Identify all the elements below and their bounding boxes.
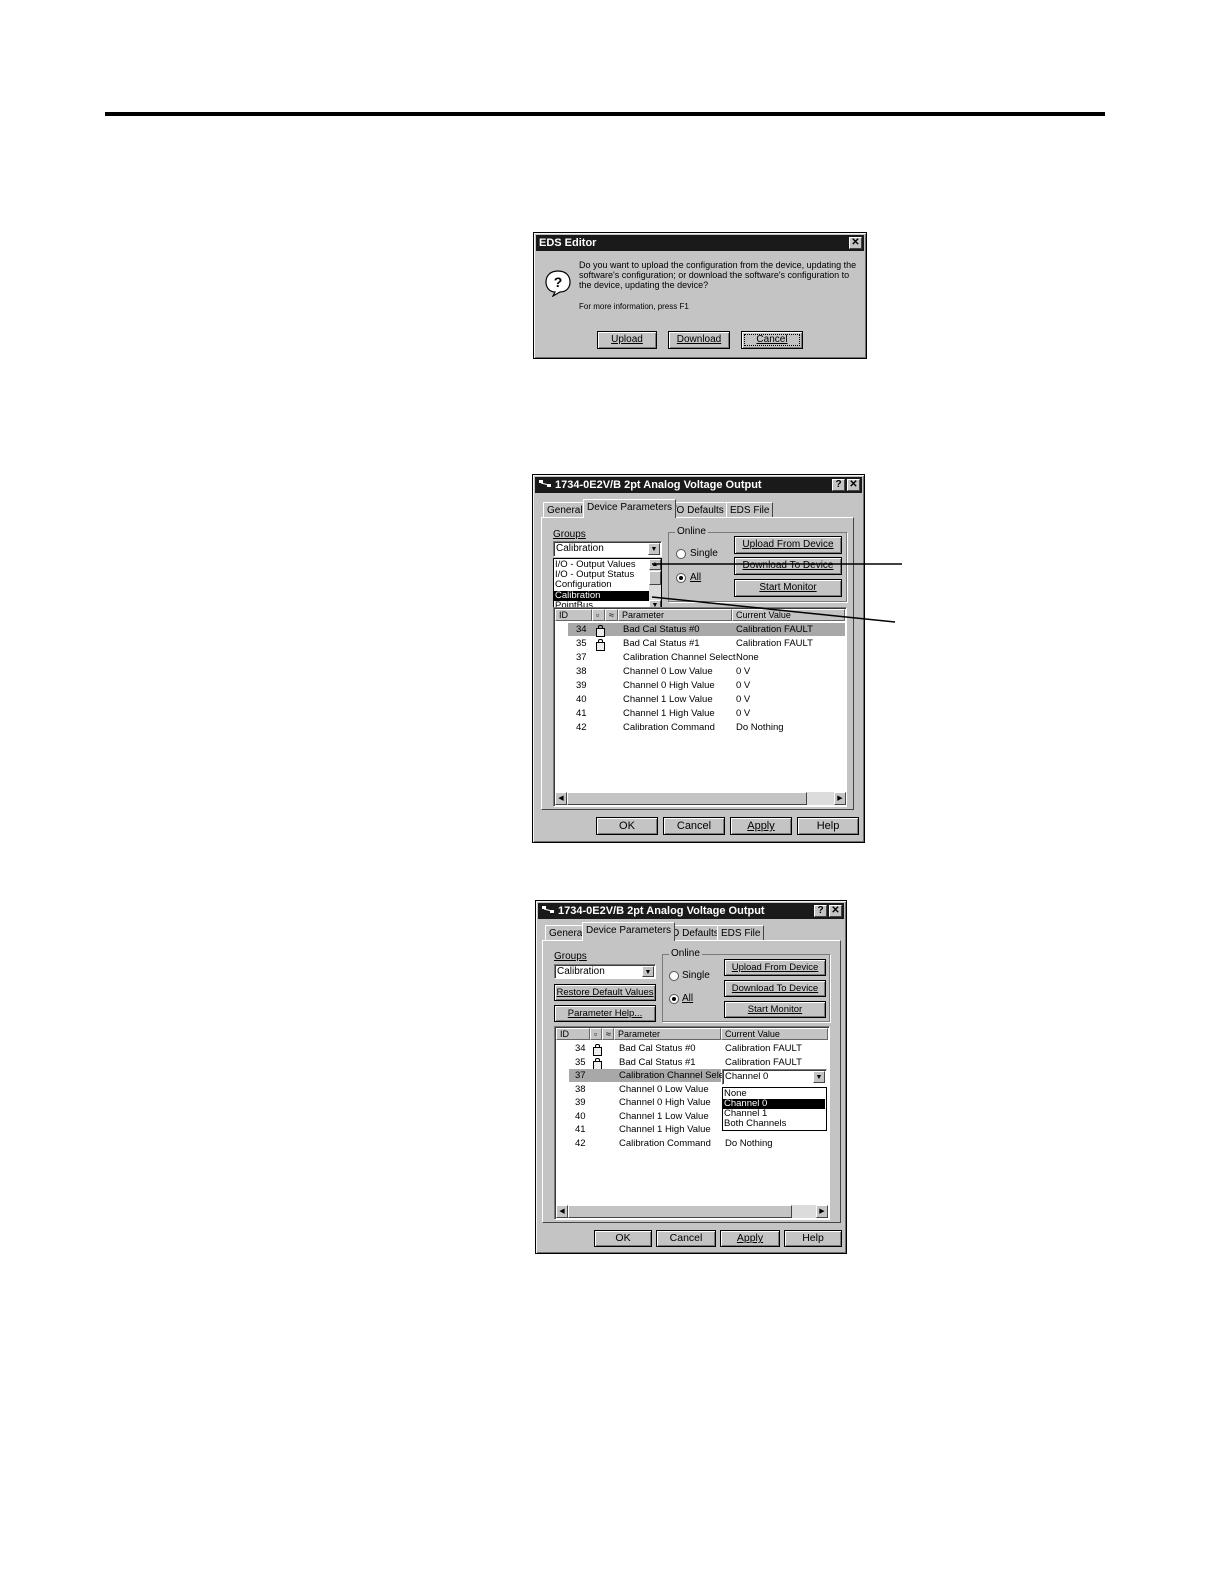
row-id: 40 (575, 1110, 586, 1122)
dialog-title: 1734-0E2V/B 2pt Analog Voltage Output (558, 905, 765, 917)
column-header-id[interactable]: ID (556, 1028, 590, 1040)
tab-device-parameters[interactable]: Device Parameters (582, 922, 676, 941)
all-radio[interactable] (669, 994, 679, 1004)
help-button[interactable]: Help (784, 1230, 842, 1247)
column-header-lock[interactable]: ▫ (590, 1028, 602, 1040)
row-parameter: Channel 1 High Value (619, 1124, 711, 1135)
row-id: 39 (575, 1097, 586, 1108)
callout-line-calibration-item (651, 596, 896, 623)
chevron-down-icon[interactable]: ▼ (813, 1071, 825, 1083)
chevron-down-icon[interactable]: ▼ (642, 966, 654, 977)
row-id: 42 (575, 1137, 586, 1149)
row-parameter: Bad Cal Status #1 (619, 1056, 696, 1068)
callout-lines (651, 563, 902, 623)
tab-eds-file[interactable]: EDS File (717, 925, 765, 941)
row-value: Do Nothing (725, 1137, 773, 1149)
sort-icon: ≈ (606, 1029, 611, 1039)
single-radio[interactable] (669, 971, 679, 981)
lock-icon: ▫ (594, 1029, 598, 1039)
parameter-table: ID ▫ ≈ Parameter Current Value 34 Bad Cal… (554, 1026, 830, 1220)
single-radio-label: Single (682, 970, 710, 981)
row-parameter: Calibration Channel Select (619, 1070, 732, 1081)
help-icon[interactable]: ? (814, 905, 827, 917)
row-id: 41 (575, 1124, 586, 1135)
dialog-titlebar: 1734-0E2V/B 2pt Analog Voltage Output ? … (538, 903, 844, 919)
all-radio-label: All (682, 993, 694, 1004)
channel-options-list: None Channel 0 Channel 1 Both Channels (722, 1087, 827, 1131)
start-monitor-button[interactable]: Start Monitor (724, 1001, 826, 1018)
row-parameter: Bad Cal Status #0 (619, 1043, 696, 1054)
channel-option[interactable]: Both Channels (723, 1119, 825, 1129)
scroll-right-icon[interactable]: ▶ (816, 1205, 828, 1218)
online-label: Online (669, 948, 702, 959)
close-icon[interactable]: ✕ (829, 905, 842, 917)
row-value: Calibration FAULT (725, 1056, 802, 1068)
column-header-current-value[interactable]: Current Value (721, 1028, 828, 1040)
lock-icon (593, 1044, 602, 1056)
parameter-help-button[interactable]: Parameter Help... (554, 1005, 656, 1022)
column-header-parameter[interactable]: Parameter (614, 1028, 721, 1040)
upload-from-device-button[interactable]: Upload From Device (724, 959, 826, 976)
cancel-button[interactable]: Cancel (656, 1230, 716, 1247)
tab-device-parameters[interactable]: Device Parameters (583, 499, 677, 518)
channel-select[interactable]: Channel 0 ▼ (722, 1069, 827, 1085)
restore-default-values-button[interactable]: Restore Default Values (554, 984, 656, 1001)
scroll-thumb[interactable] (568, 1205, 792, 1218)
row-value: Calibration FAULT (725, 1043, 802, 1054)
ok-button[interactable]: OK (594, 1230, 652, 1247)
download-to-device-button[interactable]: Download To Device (724, 980, 826, 997)
row-parameter: Channel 0 High Value (619, 1097, 711, 1108)
groups-select-value: Calibration (557, 966, 605, 977)
row-id: 38 (575, 1083, 586, 1095)
scroll-left-icon[interactable]: ◀ (556, 1205, 568, 1218)
device-dialog-select-open: 1734-0E2V/B 2pt Analog Voltage Output ? … (535, 900, 847, 1254)
row-parameter: Channel 1 Low Value (619, 1110, 709, 1122)
row-id: 37 (575, 1070, 586, 1081)
row-parameter: Calibration Command (619, 1137, 711, 1149)
row-id: 34 (575, 1043, 586, 1054)
groups-select[interactable]: Calibration ▼ (554, 964, 656, 979)
network-icon (542, 906, 554, 913)
groups-label: Groups (554, 951, 587, 962)
horizontal-scrollbar[interactable]: ◀ ▶ (556, 1205, 828, 1218)
apply-button[interactable]: Apply (720, 1230, 780, 1247)
column-header-status[interactable]: ≈ (602, 1028, 614, 1040)
row-id: 35 (575, 1056, 586, 1068)
channel-select-value: Channel 0 (725, 1071, 769, 1082)
row-parameter: Channel 0 Low Value (619, 1083, 709, 1095)
